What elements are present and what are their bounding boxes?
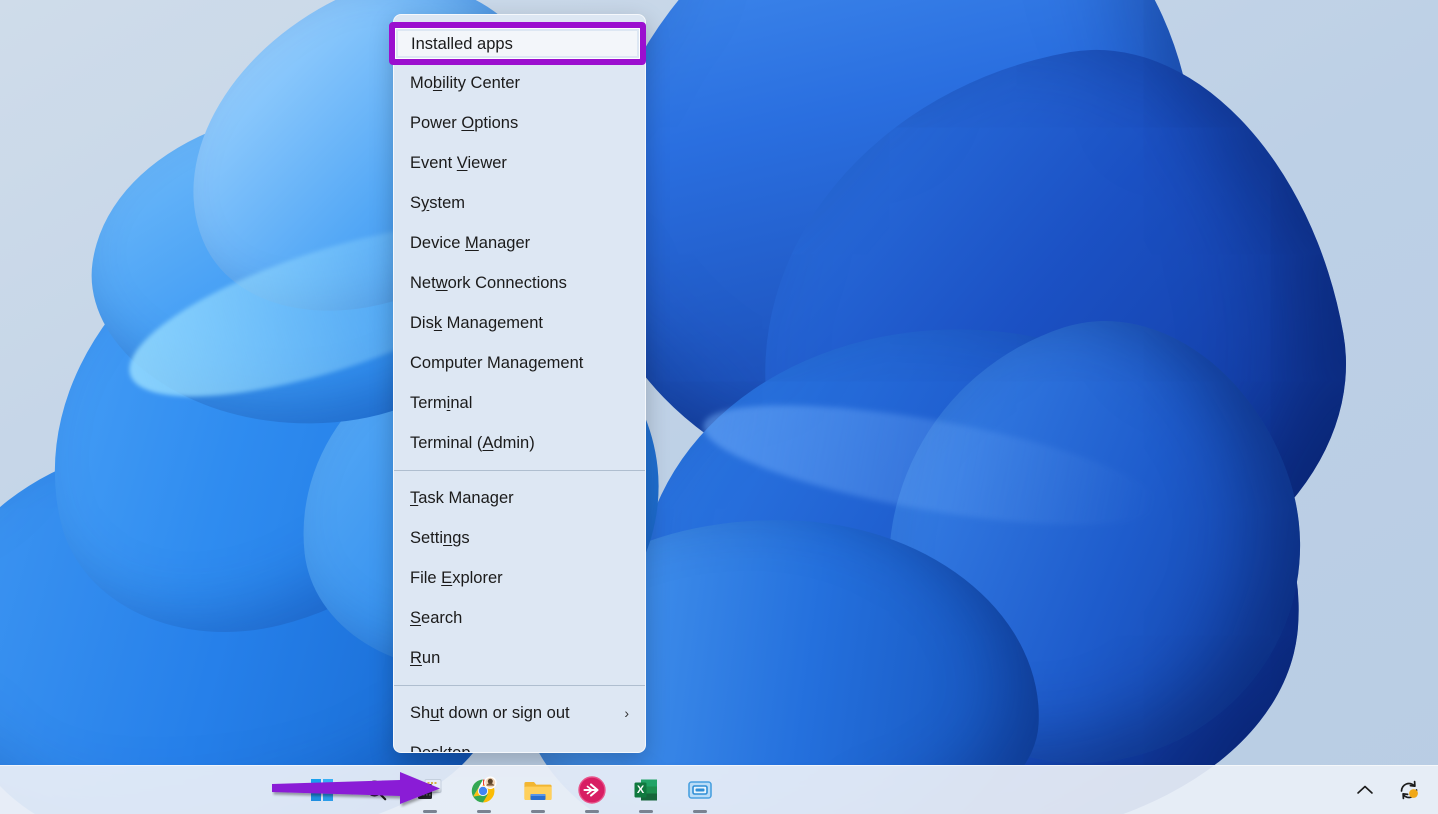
search-button[interactable] (356, 770, 396, 810)
menu-item-settings[interactable]: Settings (394, 518, 645, 558)
excel-button[interactable]: X (626, 770, 666, 810)
menu-item-task-manager[interactable]: Task Manager (394, 478, 645, 518)
menu-item-label: System (410, 194, 465, 213)
running-indicator (423, 810, 437, 813)
menu-item-terminal-admin[interactable]: Terminal (Admin) (394, 423, 645, 463)
menu-item-label: File Explorer (410, 569, 503, 588)
menu-item-label: Settings (410, 529, 470, 548)
menu-item-power-options[interactable]: Power Options (394, 103, 645, 143)
menu-item-label: Event Viewer (410, 154, 507, 173)
menu-item-label: Computer Management (410, 354, 583, 373)
menu-item-label: Run (410, 649, 440, 668)
search-icon (364, 778, 388, 802)
chevron-right-icon: › (624, 706, 629, 720)
update-status-button[interactable] (1394, 774, 1424, 806)
menu-item-label: Search (410, 609, 462, 628)
task-view-icon (417, 778, 443, 802)
menu-item-desktop[interactable]: Desktop (394, 733, 645, 753)
pink-arrow-icon (578, 776, 606, 804)
menu-item-label-installed-apps: Installed apps (411, 33, 513, 55)
pink-app-button[interactable] (572, 770, 612, 810)
menu-item-label: Disk Management (410, 314, 543, 333)
running-indicator (531, 810, 545, 813)
running-indicator (585, 810, 599, 813)
chrome-button[interactable] (464, 770, 504, 810)
task-view-button[interactable] (410, 770, 450, 810)
menu-item-label: Device Manager (410, 234, 530, 253)
svg-text:X: X (637, 784, 645, 796)
start-button[interactable] (302, 770, 342, 810)
show-hidden-icons-button[interactable] (1350, 774, 1380, 806)
menu-item-network-connections[interactable]: Network Connections (394, 263, 645, 303)
menu-item-device-manager[interactable]: Device Manager (394, 223, 645, 263)
excel-icon: X (633, 777, 659, 803)
window-app-button[interactable] (680, 770, 720, 810)
file-explorer-button[interactable] (518, 770, 558, 810)
menu-item-label: Desktop (410, 744, 471, 754)
winx-quick-link-menu: Installed apps Mobility Center Power Optio… (393, 14, 646, 753)
running-indicator (477, 810, 491, 813)
menu-item-label: Power Options (410, 114, 518, 133)
menu-separator (394, 470, 645, 471)
menu-item-search[interactable]: Search (394, 598, 645, 638)
chrome-icon (470, 776, 498, 804)
menu-item-run[interactable]: Run (394, 638, 645, 678)
folder-icon (524, 777, 552, 803)
menu-item-terminal[interactable]: Terminal (394, 383, 645, 423)
windows-logo-icon (311, 779, 333, 801)
desktop-wallpaper (0, 0, 1438, 814)
menu-item-label: Task Manager (410, 489, 514, 508)
menu-item-mobility-center[interactable]: Mobility Center (394, 63, 645, 103)
taskbar: X (0, 765, 1438, 814)
update-sync-icon (1397, 779, 1421, 801)
menu-item-label: Mobility Center (410, 74, 520, 93)
menu-item-label: Terminal (Admin) (410, 434, 535, 453)
menu-item-event-viewer[interactable]: Event Viewer (394, 143, 645, 183)
system-tray (1350, 774, 1424, 806)
menu-item-disk-management[interactable]: Disk Management (394, 303, 645, 343)
menu-separator (394, 685, 645, 686)
menu-item-label: Terminal (410, 394, 472, 413)
menu-item-system[interactable]: System (394, 183, 645, 223)
menu-item-label: Shut down or sign out (410, 704, 570, 723)
menu-item-label: Network Connections (410, 274, 567, 293)
menu-item-file-explorer[interactable]: File Explorer (394, 558, 645, 598)
running-indicator (693, 810, 707, 813)
running-indicator (639, 810, 653, 813)
menu-item-computer-management[interactable]: Computer Management (394, 343, 645, 383)
blue-window-icon (687, 778, 713, 802)
chevron-up-icon (1356, 783, 1374, 797)
menu-item-shut-down-or-sign-out[interactable]: Shut down or sign out › (394, 693, 645, 733)
